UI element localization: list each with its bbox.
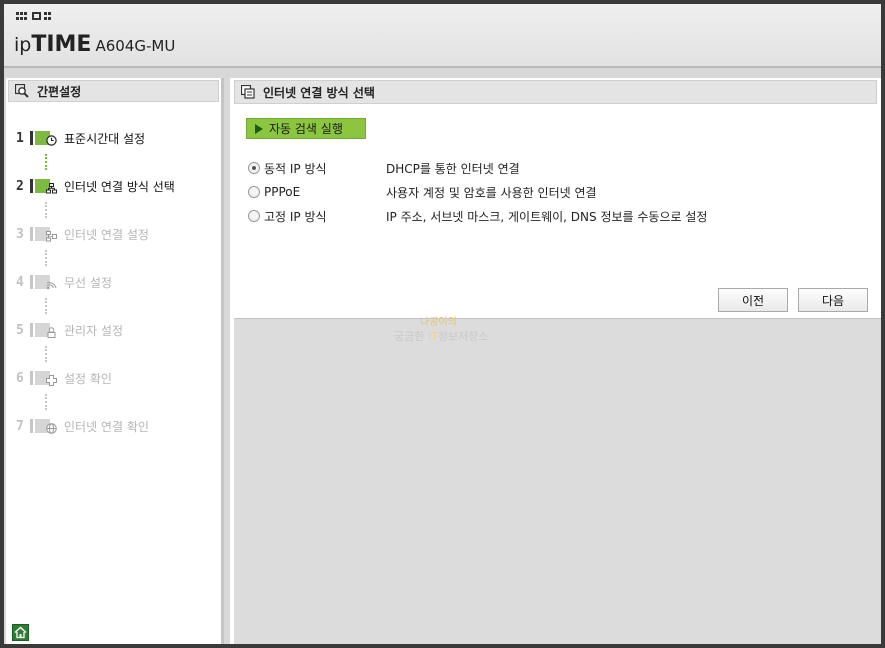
watermark-line2: 궁금한 IT정보저장소 [394, 328, 488, 344]
auto-detect-label: 자동 검색 실행 [269, 122, 343, 136]
window-icon [241, 85, 255, 99]
step-label: 표준시간대 설정 [64, 131, 146, 146]
step-connection-settings[interactable]: 3 인터넷 연결 설정 [16, 224, 149, 244]
main-title: 인터넷 연결 방식 선택 [263, 85, 375, 100]
sidebar-title: 간편설정 [37, 84, 82, 99]
wifi-icon [46, 282, 57, 290]
option-desc: IP 주소, 서브넷 마스크, 게이트웨이, DNS 정보를 수동으로 설정 [386, 209, 708, 224]
step-connector [45, 346, 49, 362]
step-label: 인터넷 연결 확인 [64, 419, 149, 434]
main-panel: 인터넷 연결 방식 선택 자동 검색 실행 동적 IP 방식 DHCP를 통한 … [230, 78, 881, 644]
watermark-line1: 나공이의 [420, 317, 457, 328]
step-label: 인터넷 연결 방식 선택 [64, 179, 175, 194]
radio-static-ip[interactable] [248, 210, 260, 222]
watermark-text-c: 정보저장소 [437, 330, 489, 343]
radio-pppoe[interactable] [248, 186, 260, 198]
watermark-text-it: IT [427, 330, 438, 343]
content-placeholder: 나공이의 궁금한 IT정보저장소 [234, 317, 881, 644]
step-label: 설정 확인 [64, 371, 112, 386]
check-settings-icon [46, 375, 57, 386]
clock-icon [46, 135, 57, 146]
step-wireless[interactable]: 4 무선 설정 [16, 272, 112, 292]
option-pppoe[interactable]: PPPoE 사용자 계정 및 암호를 사용한 인터넷 연결 [248, 184, 597, 200]
header: ip TIME A604G-MU [4, 4, 881, 68]
step-number: 4 [16, 274, 24, 290]
step-number: 3 [16, 226, 24, 242]
home-button[interactable] [12, 624, 29, 641]
option-name: 고정 IP 방식 [264, 209, 327, 224]
brand-ip: ip [14, 34, 32, 56]
brand-logo: ip TIME A604G-MU [14, 32, 175, 57]
step-admin[interactable]: 5 관리자 설정 [16, 320, 123, 340]
option-static-ip[interactable]: 고정 IP 방식 IP 주소, 서브넷 마스크, 게이트웨이, DNS 정보를 … [248, 208, 707, 224]
option-name: PPPoE [264, 185, 301, 199]
option-desc: 사용자 계정 및 암호를 사용한 인터넷 연결 [386, 185, 597, 200]
watermark: 나공이의 궁금한 IT정보저장소 [394, 313, 488, 344]
watermark-text-a: 궁금한 [394, 330, 428, 343]
admin-lock-icon [47, 327, 56, 338]
sidebar: 간편설정 1 표준시간대 설정 2 인터넷 연결 방식 선택 3 인터넷 연결 … [6, 78, 224, 644]
network-settings-icon [46, 231, 57, 242]
sidebar-header: 간편설정 [8, 80, 219, 102]
next-button[interactable]: 다음 [798, 288, 868, 312]
step-number: 5 [16, 322, 24, 338]
search-settings-icon [15, 84, 29, 98]
play-icon [255, 123, 263, 134]
step-label: 무선 설정 [64, 275, 112, 290]
step-number: 7 [16, 418, 24, 434]
model-name: A604G-MU [95, 37, 176, 55]
option-desc: DHCP를 통한 인터넷 연결 [386, 161, 520, 176]
step-timezone[interactable]: 1 표준시간대 설정 [16, 128, 145, 148]
auto-detect-button[interactable]: 자동 검색 실행 [246, 118, 366, 139]
step-connector [45, 202, 49, 218]
brand-time: TIME [31, 32, 92, 57]
home-icon [14, 626, 27, 639]
logo-dots-icon [16, 12, 51, 20]
prev-button[interactable]: 이전 [718, 288, 788, 312]
step-connector [45, 154, 49, 170]
main-header: 인터넷 연결 방식 선택 [234, 80, 877, 104]
step-label: 인터넷 연결 설정 [64, 227, 149, 242]
step-number: 6 [16, 370, 24, 386]
step-connector [45, 394, 49, 410]
app-window: ip TIME A604G-MU 간편설정 1 표준시간대 설정 2 인터넷 연… [4, 4, 881, 644]
option-dynamic-ip[interactable]: 동적 IP 방식 DHCP를 통한 인터넷 연결 [248, 160, 520, 176]
step-number: 1 [16, 130, 24, 146]
network-icon [46, 183, 57, 194]
step-confirm[interactable]: 6 설정 확인 [16, 368, 112, 388]
step-number: 2 [16, 178, 24, 194]
step-connector [45, 250, 49, 266]
step-connector [45, 298, 49, 314]
step-connection-type[interactable]: 2 인터넷 연결 방식 선택 [16, 176, 175, 196]
step-check-internet[interactable]: 7 인터넷 연결 확인 [16, 416, 149, 436]
step-label: 관리자 설정 [64, 323, 124, 338]
radio-dynamic-ip[interactable] [248, 162, 260, 174]
option-name: 동적 IP 방식 [264, 161, 327, 176]
globe-icon [46, 423, 57, 434]
